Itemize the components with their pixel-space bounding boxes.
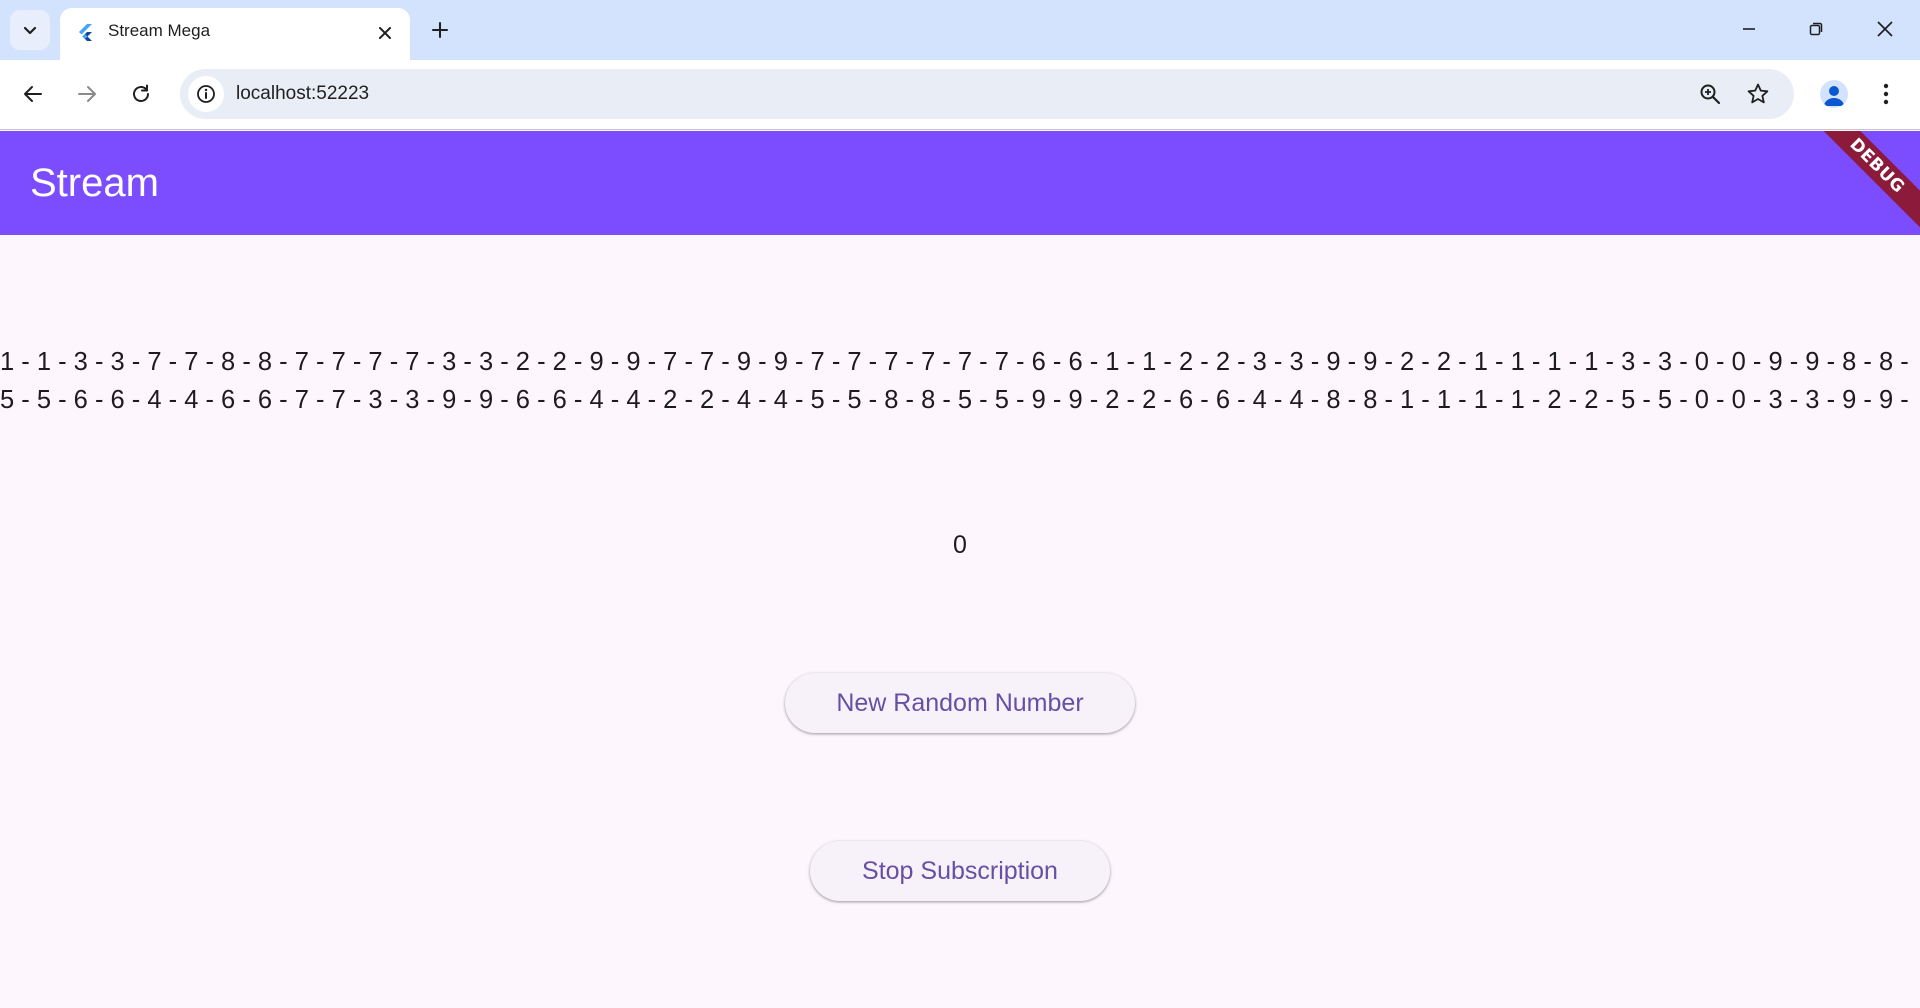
- page-title: Stream: [30, 161, 159, 205]
- restore-icon: [1809, 22, 1823, 36]
- browser-toolbar: localhost:52223: [0, 60, 1920, 130]
- arrow-left-icon: [24, 86, 42, 102]
- browser-tab-strip: Stream Mega: [0, 0, 1920, 60]
- tab-close-button[interactable]: [372, 20, 398, 46]
- more-vert-icon: [1883, 83, 1889, 105]
- zoom-button[interactable]: [1694, 78, 1726, 110]
- close-window-button[interactable]: [1862, 6, 1908, 52]
- back-button[interactable]: [13, 74, 53, 114]
- minimize-icon: [1743, 28, 1755, 30]
- tab-search-button[interactable]: [10, 10, 50, 50]
- stop-subscription-label: Stop Subscription: [862, 856, 1058, 885]
- reload-icon: [133, 84, 149, 102]
- restore-button[interactable]: [1793, 6, 1839, 52]
- minimize-button[interactable]: [1726, 6, 1772, 52]
- browser-menu-button[interactable]: [1866, 74, 1906, 114]
- current-number: 0: [953, 531, 967, 559]
- bookmark-button[interactable]: [1742, 78, 1774, 110]
- profile-icon: [1820, 80, 1848, 108]
- close-icon: [379, 27, 391, 39]
- info-icon: [197, 85, 215, 103]
- app-bar: Stream: [0, 131, 1920, 235]
- site-info-button[interactable]: [188, 76, 224, 112]
- url-text[interactable]: localhost:52223: [236, 83, 369, 105]
- app-body: Stream DEBUG 1 - 1 - 3 - 3 - 7 - 7 - 8 -…: [0, 131, 1920, 1008]
- star-icon: [1747, 83, 1769, 104]
- stop-subscription-button[interactable]: Stop Subscription: [810, 841, 1110, 901]
- address-bar[interactable]: localhost:52223: [180, 69, 1794, 119]
- plus-icon: [432, 22, 448, 38]
- chevron-down-icon: [23, 26, 37, 35]
- profile-button[interactable]: [1814, 74, 1854, 114]
- close-icon: [1877, 21, 1893, 37]
- browser-tab[interactable]: Stream Mega: [60, 8, 410, 60]
- number-sequence: 1 - 1 - 3 - 3 - 7 - 7 - 8 - 8 - 7 - 7 - …: [0, 343, 1920, 419]
- flutter-icon: [79, 24, 92, 41]
- forward-button[interactable]: [67, 74, 107, 114]
- reload-button[interactable]: [121, 74, 161, 114]
- tab-title: Stream Mega: [108, 21, 211, 40]
- new-tab-button[interactable]: [424, 14, 456, 46]
- arrow-right-icon: [78, 86, 96, 102]
- sequence-line: 1 - 1 - 3 - 3 - 7 - 7 - 8 - 8 - 7 - 7 - …: [0, 348, 1909, 376]
- zoom-icon: [1700, 84, 1721, 105]
- sequence-line: 5 - 5 - 6 - 6 - 4 - 4 - 6 - 6 - 7 - 7 - …: [0, 386, 1909, 414]
- new-random-number-button[interactable]: New Random Number: [785, 673, 1135, 733]
- new-random-number-label: New Random Number: [836, 688, 1084, 717]
